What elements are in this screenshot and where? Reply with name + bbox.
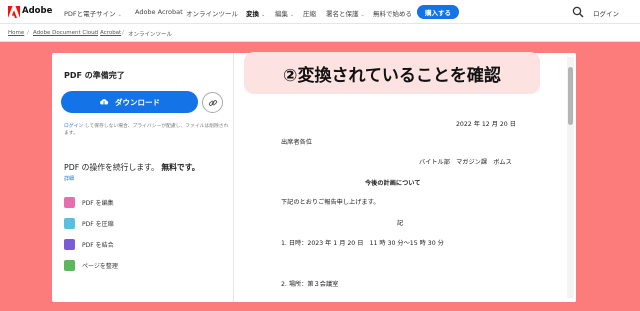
doc-item-datetime: 1. 日時：2023 年 1 月 20 日 11 時 30 分～15 時 30 … [281, 240, 444, 247]
chevron-down-icon: ⌄ [117, 12, 122, 18]
organize-pages-icon [64, 259, 75, 271]
tool-edit-pdf-label: PDF を編集 [82, 199, 114, 207]
breadcrumb-document-cloud[interactable]: Adobe Document Cloud [33, 30, 98, 36]
preview-scrollbar-thumb[interactable] [568, 67, 573, 125]
doc-title: 今後の計画について [365, 180, 421, 187]
chevron-down-icon: ⌄ [360, 12, 365, 18]
doc-ki: 記 [397, 220, 404, 227]
actions-panel: PDF の準備完了 ダウンロード ログイン して保存しない場合、プライバシーが配… [52, 53, 234, 302]
doc-recipient: 出席者各位 [281, 139, 312, 146]
nav-free-start[interactable]: 無料で始める [373, 8, 412, 18]
doc-date: 2022 年 12 月 20 日 [456, 121, 516, 128]
buy-button[interactable]: 購入する [417, 5, 459, 19]
cloud-download-icon [100, 98, 109, 106]
pdf-ready-heading: PDF の準備完了 [64, 71, 125, 80]
share-link-button[interactable] [202, 92, 223, 113]
breadcrumb-separator: / [94, 30, 96, 36]
breadcrumb-online-tools: オンラインツール [128, 32, 173, 38]
nav-convert[interactable]: 変換 ⌄ [246, 8, 266, 26]
doc-item-place: 2. 場所：第３会議室 [281, 281, 339, 288]
signin-note-link[interactable]: ログイン [64, 124, 83, 129]
continue-free: 無料です。 [161, 163, 200, 172]
breadcrumb-separator: / [27, 30, 29, 36]
download-button-label: ダウンロード [115, 97, 160, 107]
tool-organize-pages[interactable]: ページを整理 [64, 259, 118, 271]
top-navigation: Adobe PDFと電子サイン ⌄ Adobe Acrobat オンラインツール … [0, 0, 640, 26]
nav-edit[interactable]: 編集 ⌄ [275, 8, 294, 18]
edit-pdf-icon [64, 196, 75, 208]
tool-compress-pdf-label: PDF を圧縮 [82, 220, 114, 228]
tool-edit-pdf[interactable]: PDF を編集 [64, 196, 114, 208]
breadcrumb-home[interactable]: Home [8, 30, 24, 36]
search-icon[interactable] [572, 6, 584, 18]
login-link[interactable]: ログイン [593, 8, 619, 18]
breadcrumb-acrobat[interactable]: Acrobat [100, 30, 121, 36]
nav-online-tools[interactable]: オンラインツール [186, 8, 238, 18]
nav-edit-label: 編集 [275, 10, 288, 18]
tool-merge-pdf[interactable]: PDF を結合 [64, 238, 114, 250]
merge-pdf-icon [64, 238, 75, 250]
instruction-banner: ②変換されていることを確認 [244, 52, 540, 94]
doc-intro: 下記のとおりご報告申し上げます。 [281, 199, 380, 206]
tool-organize-pages-label: ページを整理 [82, 262, 118, 270]
adobe-logo-icon[interactable] [8, 6, 20, 18]
nav-pdf-esign-label: PDFと電子サイン [64, 10, 116, 18]
chevron-down-icon: ⌄ [290, 12, 295, 18]
tool-merge-pdf-label: PDF を結合 [82, 241, 114, 249]
signin-note: ログイン して保存しない場合、プライバシーが配慮し、ファイルは削除されます。 [64, 123, 229, 137]
brand-name[interactable]: Adobe [22, 6, 52, 16]
download-button[interactable]: ダウンロード [61, 91, 198, 113]
doc-sender: バイトル部 マガジン課 ボムス [419, 159, 512, 166]
continue-heading: PDF の操作を続行します。 無料です。 [64, 162, 200, 173]
chevron-down-icon: ⌄ [261, 12, 266, 18]
signin-note-text: して保存しない場合、プライバシーが配慮し、ファイルは削除されます。 [64, 124, 229, 136]
nav-pdf-esign[interactable]: PDFと電子サイン ⌄ [64, 8, 122, 18]
nav-adobe-acrobat[interactable]: Adobe Acrobat [135, 8, 183, 16]
link-icon [208, 99, 217, 106]
continue-text: PDF の操作を続行します。 [64, 163, 159, 172]
breadcrumb: Home / Adobe Document Cloud / Acrobat / … [0, 24, 640, 42]
nav-sign-protect-label: 署名と保護 [326, 10, 359, 18]
nav-convert-label: 変換 [246, 10, 259, 18]
breadcrumb-separator: / [122, 30, 124, 36]
nav-sign-protect[interactable]: 署名と保護 ⌄ [326, 8, 365, 18]
tool-compress-pdf[interactable]: PDF を圧縮 [64, 217, 114, 229]
details-link[interactable]: 詳細 [64, 175, 74, 182]
nav-compress[interactable]: 圧縮 [303, 8, 316, 18]
compress-pdf-icon [64, 217, 75, 229]
